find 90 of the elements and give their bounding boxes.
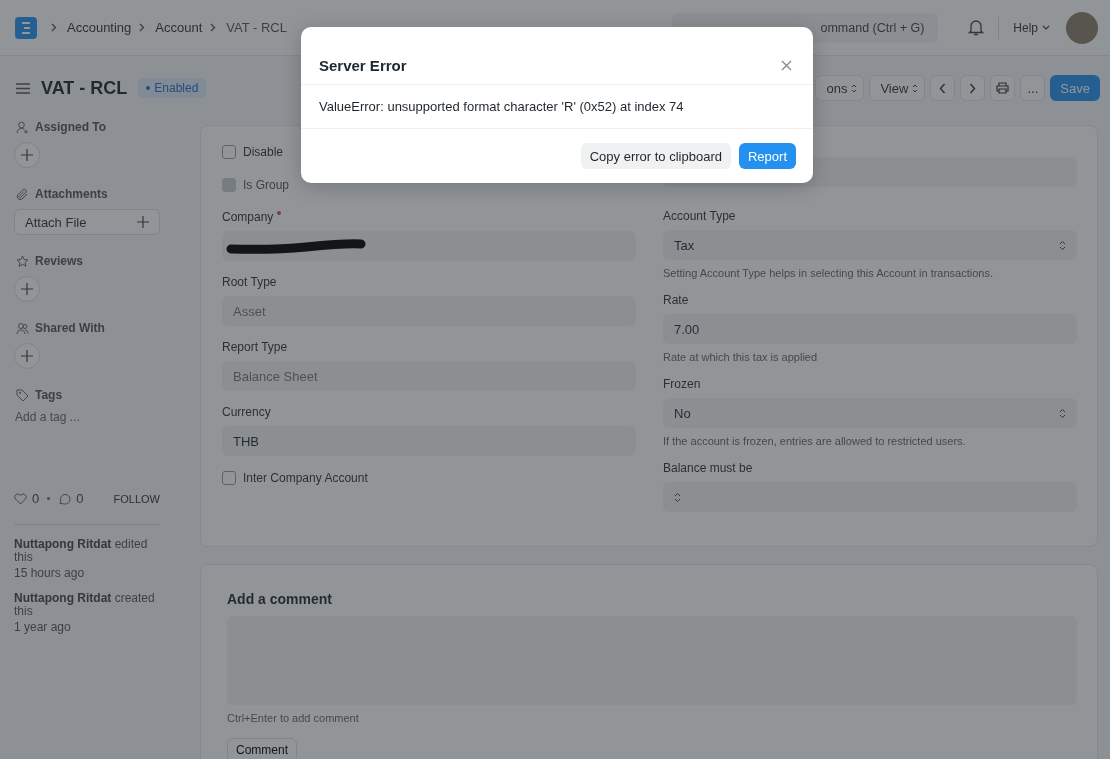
field-label: Report Type [222,340,288,354]
activity-text: Nuttapong Ritdat edited this [14,538,149,564]
field-description: Setting Account Type helps in selecting this Account in transactions. [663,267,994,279]
breadcrumb-link[interactable]: Account [155,20,203,35]
printer-icon [996,82,1010,94]
section-label: Attachments [35,187,108,201]
print-button[interactable] [990,75,1016,101]
sort-caret-icon [912,83,919,93]
add-button[interactable] [14,343,40,369]
select-field[interactable]: No [663,398,1077,428]
section-label: Tags [35,388,63,402]
checkbox-label: Inter Company Account [243,471,368,485]
app-logo-icon[interactable] [15,16,37,39]
comment-heading: Add a comment [227,591,332,607]
bell-icon[interactable] [968,19,985,36]
checkbox[interactable] [222,145,236,159]
section-label: Shared With [35,321,105,335]
plus-icon [21,149,33,161]
plus-icon [21,283,33,295]
activity-time: 15 hours ago [14,567,86,580]
star-icon [16,254,29,268]
chevron-down-icon [1042,25,1050,30]
input-field[interactable]: THB [222,426,636,456]
paperclip-icon [16,187,29,201]
comment-button[interactable]: Comment [227,738,297,759]
separator-dot-icon [47,497,51,500]
field-label: Currency [222,405,271,419]
chevron-right-icon [210,23,217,32]
input-field[interactable] [222,231,636,261]
tag-icon [16,388,29,402]
follow-link[interactable]: FOLLOW [113,492,160,505]
more-button[interactable]: ... [1020,75,1046,101]
sort-caret-icon [674,491,681,503]
comment-count: 0 [76,491,84,506]
comment-icon [58,492,72,505]
field-label: Root Type [222,275,277,289]
breadcrumb-link[interactable]: Accounting [67,20,132,35]
dropdown-button[interactable]: View [869,75,926,101]
user-plus-icon [16,120,29,134]
field-label: Account Type [663,209,736,223]
dialog-title: Server Error [319,57,407,74]
checkbox-label: Is Group [243,178,290,192]
plus-icon [137,216,149,228]
sort-caret-icon [851,83,858,93]
field-label: Balance must be [663,461,753,475]
page-title: VAT - RCL [41,77,128,99]
sort-caret-icon [1059,239,1066,251]
menu-icon[interactable] [16,82,30,94]
previous-button[interactable] [930,75,956,101]
field-label: Company [222,210,274,224]
breadcrumb-link[interactable]: VAT - RCL [226,20,287,35]
field-description: If the account is frozen, entries are allowed to restricted users. [663,435,967,447]
input-field[interactable]: Balance Sheet [222,361,636,391]
dialog-button[interactable]: Report [738,143,796,169]
checkbox[interactable] [222,471,236,485]
tag-input[interactable]: Add a tag ... [14,410,116,424]
add-button[interactable] [14,276,40,302]
select-field[interactable] [663,482,1077,512]
comment-hint: Ctrl+Enter to add comment [227,712,359,724]
field-label: Rate [663,293,689,307]
help-menu[interactable]: Help [1013,20,1050,35]
section-label: Assigned To [35,120,107,134]
activity-time: 1 year ago [14,621,72,634]
field-description: Rate at which this tax is applied [663,351,819,363]
dropdown-button[interactable]: ons [815,75,865,101]
input-field[interactable]: 7.00 [663,314,1077,344]
heart-icon[interactable] [14,492,27,505]
next-button[interactable] [960,75,986,101]
chevron-right-icon [139,23,146,32]
field-label: Frozen [663,377,701,391]
users-icon [16,321,29,335]
dialog-button[interactable]: Copy error to clipboard [580,143,731,169]
sort-caret-icon [1059,407,1066,419]
close-icon[interactable] [781,60,792,71]
checkbox-label: Disable [243,145,284,159]
error-message: ValueError: unsupported format character 'R' (0x52) at index 74 [319,99,684,114]
activity-text: Nuttapong Ritdat created this [14,592,156,618]
like-count: 0 [32,491,40,506]
attach-file-button[interactable]: Attach File [14,209,160,235]
save-button[interactable]: Save [1050,75,1100,101]
chevron-right-icon [969,82,977,94]
section-label: Reviews [35,254,84,268]
avatar[interactable] [1066,11,1098,44]
add-button[interactable] [14,142,40,168]
status-badge: Enabled [138,78,207,98]
plus-icon [21,350,33,362]
chevron-right-icon [51,23,57,32]
input-field[interactable]: Asset [222,296,636,326]
select-field[interactable]: Tax [663,230,1077,260]
chevron-left-icon [939,82,947,94]
